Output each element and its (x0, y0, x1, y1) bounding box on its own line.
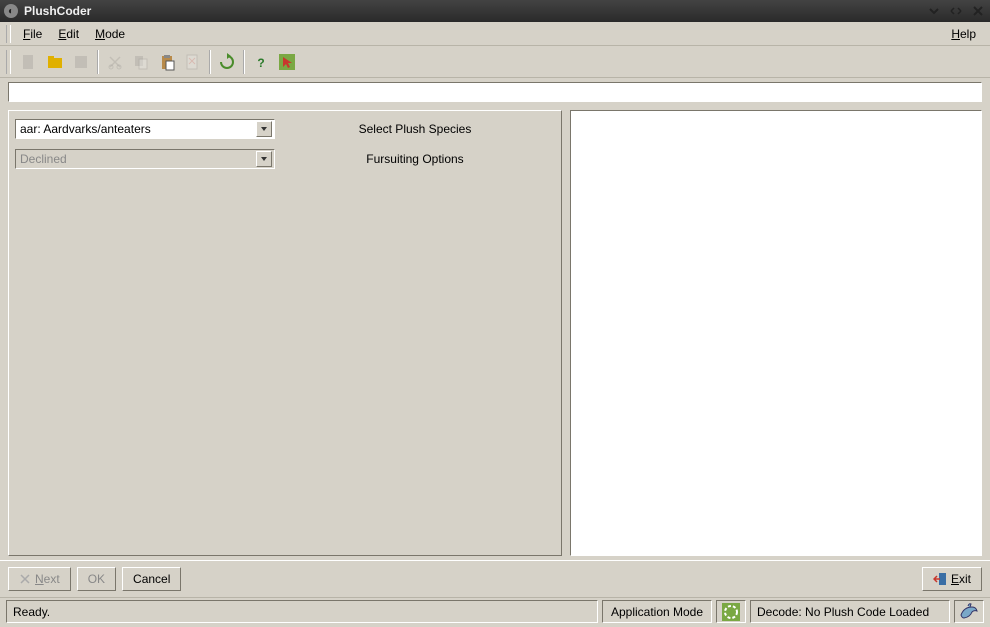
toolbar-paste-button[interactable] (155, 50, 179, 74)
exit-button-label: xit (959, 572, 971, 586)
cancel-button[interactable]: Cancel (122, 567, 181, 591)
status-decode-text: Decode: No Plush Code Loaded (757, 605, 929, 619)
toolbar-new-button[interactable] (17, 50, 41, 74)
left-panel: aar: Aardvarks/anteaters Select Plush Sp… (8, 110, 562, 556)
status-mode-icon-cell (716, 600, 746, 623)
cancel-button-label: Cancel (133, 572, 170, 586)
exit-icon (933, 572, 947, 586)
toolbar-handle (6, 50, 11, 74)
svg-text:?: ? (257, 56, 264, 70)
right-panel (570, 110, 982, 556)
ok-button: OK (77, 567, 116, 591)
chevron-down-icon (256, 121, 272, 137)
code-input[interactable] (8, 82, 982, 102)
toolbar-clear-button[interactable] (181, 50, 205, 74)
species-combo-value: aar: Aardvarks/anteaters (20, 122, 256, 136)
status-corner-icon-cell (954, 600, 984, 623)
toolbar-reload-button[interactable] (215, 50, 239, 74)
species-row: aar: Aardvarks/anteaters Select Plush Sp… (15, 117, 555, 141)
status-decode: Decode: No Plush Code Loaded (750, 600, 950, 623)
next-button: Next (8, 567, 71, 591)
toolbar-pointer-button[interactable] (275, 50, 299, 74)
menu-file[interactable]: File (15, 25, 50, 43)
status-ready-text: Ready. (13, 605, 50, 619)
maximize-icon[interactable] (948, 3, 964, 19)
titlebar: ◐ PlushCoder (0, 0, 990, 22)
window-controls (926, 3, 986, 19)
toolbar-copy-button[interactable] (129, 50, 153, 74)
menu-mode[interactable]: Mode (87, 25, 133, 43)
toolbar-sep-1 (97, 50, 99, 74)
ok-button-label: OK (88, 572, 105, 586)
toolbar: ? (0, 46, 990, 78)
toolbar-open-button[interactable] (43, 50, 67, 74)
main-area: aar: Aardvarks/anteaters Select Plush Sp… (0, 106, 990, 560)
status-ready: Ready. (6, 600, 598, 623)
minimize-icon[interactable] (926, 3, 942, 19)
menu-mode-label: ode (105, 27, 125, 41)
fursuit-row: Declined Fursuiting Options (15, 147, 555, 171)
fursuit-label: Fursuiting Options (275, 152, 555, 166)
toolbar-sep-3 (243, 50, 245, 74)
menubar: File Edit Mode Help (0, 22, 990, 46)
codefield-row (0, 78, 990, 106)
actionbar: Next OK Cancel Exit (0, 560, 990, 597)
status-appmode-text: Application Mode (611, 605, 703, 619)
menu-help[interactable]: Help (943, 25, 984, 43)
menu-help-label: elp (960, 27, 976, 41)
menu-file-label: ile (30, 27, 42, 41)
chevron-down-icon (256, 151, 272, 167)
toolbar-save-button[interactable] (69, 50, 93, 74)
status-appmode: Application Mode (602, 600, 712, 623)
toolbar-help-button[interactable]: ? (249, 50, 273, 74)
fursuit-combo-value: Declined (20, 152, 256, 166)
next-button-label: ext (44, 572, 60, 586)
fursuit-combo: Declined (15, 149, 275, 169)
toolbar-sep-2 (209, 50, 211, 74)
menubar-handle (6, 25, 11, 43)
close-icon[interactable] (970, 3, 986, 19)
menu-edit[interactable]: Edit (50, 25, 87, 43)
species-combo[interactable]: aar: Aardvarks/anteaters (15, 119, 275, 139)
toolbar-cut-button[interactable] (103, 50, 127, 74)
mode-icon (721, 602, 741, 622)
dolphin-icon (958, 601, 980, 623)
exit-button[interactable]: Exit (922, 567, 982, 591)
statusbar: Ready. Application Mode Decode: No Plush… (0, 597, 990, 627)
window-title: PlushCoder (24, 4, 926, 18)
species-label: Select Plush Species (275, 122, 555, 136)
menu-edit-label: dit (66, 27, 79, 41)
app-icon: ◐ (4, 4, 18, 18)
next-icon (19, 573, 31, 585)
